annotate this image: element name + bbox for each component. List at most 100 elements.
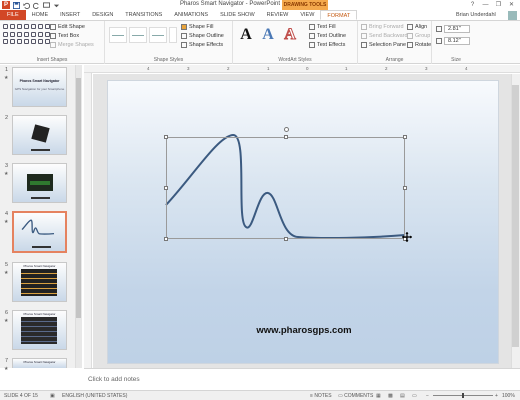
slideshow-view-icon[interactable]: ▭ <box>412 393 417 399</box>
rotate-handle[interactable] <box>284 127 289 132</box>
resize-handle[interactable] <box>284 135 288 139</box>
shape-icon[interactable] <box>31 24 36 29</box>
save-icon[interactable] <box>13 1 20 9</box>
close-button[interactable]: ✕ <box>505 0 518 10</box>
tab-review[interactable]: REVIEW <box>261 10 295 20</box>
resize-handle[interactable] <box>284 237 288 241</box>
resize-handle[interactable] <box>164 237 168 241</box>
undo-icon[interactable] <box>23 2 30 9</box>
shape-icon[interactable] <box>38 31 43 37</box>
align-button[interactable]: Align <box>407 24 427 30</box>
comments-toggle[interactable]: ▭ COMMENTS <box>338 393 373 399</box>
text-outline-button[interactable]: Text Outline <box>309 33 346 39</box>
shape-icon[interactable] <box>3 31 8 37</box>
tab-design[interactable]: DESIGN <box>86 10 119 20</box>
slide-thumbnail-7[interactable]: Pharos Smart Navigator <box>12 358 67 368</box>
shape-effects-button[interactable]: Shape Effects <box>181 42 223 48</box>
shape-styles-more-button[interactable] <box>169 27 177 43</box>
user-avatar[interactable] <box>508 11 517 20</box>
normal-view-icon[interactable]: ▦ <box>376 393 381 399</box>
horizontal-ruler[interactable]: 4 3 2 1 0 1 2 3 4 <box>84 65 520 73</box>
language-indicator[interactable]: ENGLISH (UNITED STATES) <box>62 393 127 399</box>
shape-icon[interactable] <box>38 39 43 45</box>
slide-thumbnail-2[interactable] <box>12 115 67 155</box>
slide-thumbnail-1[interactable]: Pharos Smart Navigator GPS Navigation fo… <box>12 67 67 107</box>
tab-view[interactable]: VIEW <box>294 10 320 20</box>
shape-icon[interactable] <box>17 24 22 29</box>
wordart-style-outline[interactable]: A <box>281 25 299 45</box>
shape-icon[interactable] <box>31 39 36 45</box>
shape-icon[interactable] <box>24 24 29 29</box>
shape-icon[interactable] <box>10 24 15 29</box>
tab-file[interactable]: FILE <box>0 10 26 20</box>
user-name[interactable]: Brian Underdahl <box>456 10 496 21</box>
customize-toolbar-icon[interactable] <box>53 2 60 9</box>
thumbnail-scrollbar-thumb[interactable] <box>76 78 81 318</box>
shape-outline-button[interactable]: Shape Outline <box>181 33 224 39</box>
shape-icon[interactable] <box>10 31 15 37</box>
shape-icon[interactable] <box>17 39 22 45</box>
shape-fill-button[interactable]: Shape Fill <box>181 24 213 30</box>
slide-url-text[interactable]: www.pharosgps.com <box>108 325 500 336</box>
slide-thumbnail-6[interactable]: Pharos Smart Navigator <box>12 310 67 350</box>
rotate-button[interactable]: Rotate <box>407 42 431 48</box>
text-fill-button[interactable]: Text Fill <box>309 24 336 30</box>
selection-pane-button[interactable]: Selection Pane <box>361 42 406 48</box>
slide-thumbnail-5[interactable]: Pharos Smart Navigator <box>12 262 67 302</box>
shape-icon[interactable] <box>24 31 29 37</box>
shapes-gallery[interactable] <box>3 24 50 46</box>
group-button[interactable]: Group <box>407 33 430 39</box>
shape-icon[interactable] <box>38 24 43 29</box>
shape-icon[interactable] <box>3 39 8 45</box>
shape-style-swatch[interactable] <box>149 27 167 43</box>
edit-shape-button[interactable]: Edit Shape <box>50 24 85 30</box>
zoom-level[interactable]: 100% <box>502 393 515 399</box>
wordart-style-blue[interactable]: A <box>259 25 277 45</box>
notes-placeholder[interactable]: Click to add notes <box>88 376 140 383</box>
shape-icon[interactable] <box>10 39 15 45</box>
slide-scrollbar-thumb[interactable] <box>512 85 519 347</box>
resize-handle[interactable] <box>403 135 407 139</box>
shape-icon[interactable] <box>17 31 22 37</box>
proofing-icon[interactable]: ▣ <box>50 393 55 399</box>
zoom-out-button[interactable]: − <box>426 393 429 399</box>
text-box-button[interactable]: Text Box <box>50 33 79 39</box>
shape-style-swatch[interactable] <box>129 27 147 43</box>
tab-animations[interactable]: ANIMATIONS <box>168 10 214 20</box>
slide-thumbnail-3[interactable] <box>12 163 67 203</box>
merge-shapes-button[interactable]: Merge Shapes <box>50 42 94 48</box>
shape-icon[interactable] <box>31 31 36 37</box>
zoom-slider-thumb[interactable] <box>462 393 464 398</box>
shape-height-field[interactable]: 2.81" <box>436 25 470 33</box>
shape-icon[interactable] <box>3 24 8 29</box>
resize-handle[interactable] <box>164 135 168 139</box>
start-slideshow-icon[interactable] <box>43 1 50 9</box>
slide-sorter-icon[interactable]: ▩ <box>388 393 393 399</box>
help-button[interactable]: ? <box>466 0 479 10</box>
vertical-ruler[interactable] <box>84 73 92 368</box>
restore-button[interactable]: ❐ <box>492 0 505 10</box>
redo-icon[interactable] <box>33 2 40 9</box>
bring-forward-button[interactable]: Bring Forward <box>361 24 404 30</box>
tab-transitions[interactable]: TRANSITIONS <box>119 10 168 20</box>
notes-toggle[interactable]: ≡ NOTES <box>310 393 332 399</box>
tab-slide-show[interactable]: SLIDE SHOW <box>214 10 261 20</box>
reading-view-icon[interactable]: ▤ <box>400 393 405 399</box>
slide-thumbnail-4[interactable] <box>12 211 67 253</box>
text-effects-button[interactable]: Text Effects <box>309 42 345 48</box>
zoom-in-button[interactable]: + <box>495 393 498 399</box>
shape-icon[interactable] <box>24 39 29 45</box>
minimize-button[interactable]: — <box>479 0 492 10</box>
shape-style-swatch[interactable] <box>109 27 127 43</box>
selection-box[interactable] <box>164 127 407 241</box>
resize-handle[interactable] <box>403 186 407 190</box>
notes-pane[interactable]: Click to add notes <box>84 368 520 390</box>
tab-format[interactable]: FORMAT <box>320 10 358 20</box>
send-backward-button[interactable]: Send Backward <box>361 33 408 39</box>
shape-width-field[interactable]: 8.12" <box>436 37 470 45</box>
slide-canvas[interactable]: www.pharosgps.com <box>107 80 499 364</box>
wordart-style-plain[interactable]: A <box>237 25 255 45</box>
tab-home[interactable]: HOME <box>26 10 55 20</box>
resize-handle[interactable] <box>164 186 168 190</box>
tab-insert[interactable]: INSERT <box>54 10 86 20</box>
